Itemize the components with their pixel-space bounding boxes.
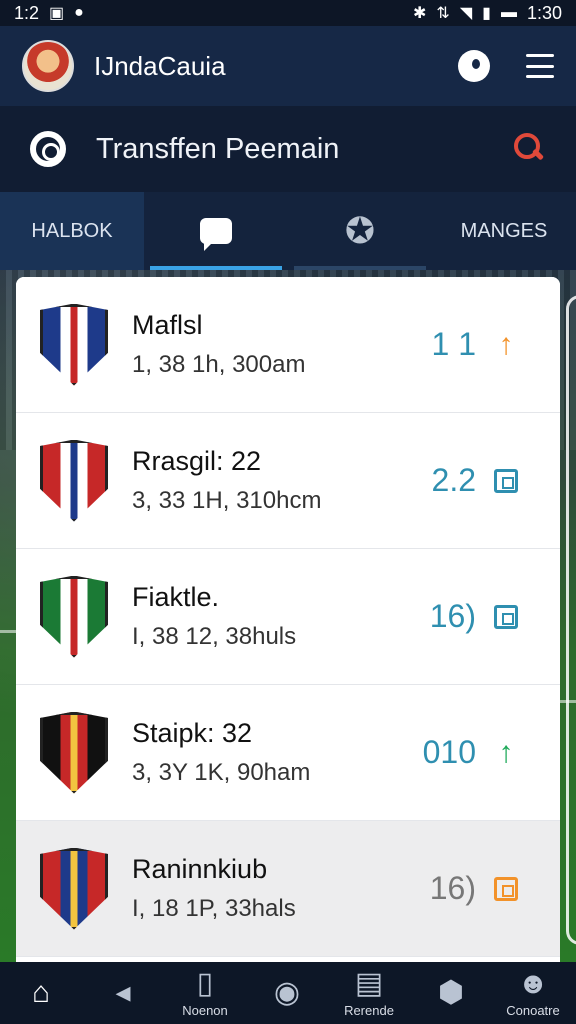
nav-cards[interactable]: ▯ Noenon xyxy=(164,962,246,1024)
transfer-score: 16) xyxy=(429,598,476,634)
tab-favorites[interactable]: ✪ xyxy=(288,192,432,270)
home-icon: ⌂ xyxy=(31,976,51,1009)
club-name: Rrasgil: 22 xyxy=(132,446,262,476)
sub-header: Transffen Peemain xyxy=(0,106,576,192)
arrow-up-icon[interactable]: ↑ xyxy=(476,329,536,360)
arrow-up-icon[interactable]: ↑ xyxy=(476,737,536,768)
list-item[interactable]: Staipk: 32 3, 3Y 1K, 90ham 010 ↑ xyxy=(16,685,560,821)
page-title: Transffen Peemain xyxy=(96,132,340,165)
tab-chat[interactable] xyxy=(144,192,288,270)
transfer-details: I, 38 12, 38huls xyxy=(132,623,297,650)
target-icon[interactable] xyxy=(30,131,66,167)
wifi-icon: ◥ xyxy=(459,5,473,22)
club-crest-icon xyxy=(40,303,108,386)
shield-icon: ⬢ xyxy=(437,976,465,1009)
dot-icon: ● xyxy=(74,4,84,21)
avatar[interactable] xyxy=(22,40,74,92)
tab-manges[interactable]: MANGES xyxy=(432,192,576,270)
bottom-nav: ⌂ ◂ ▯ Noenon ◉ ▤ Rerende ⬢ ☻ Conoatre xyxy=(0,962,576,1024)
nav-shield[interactable]: ⬢ xyxy=(410,962,492,1024)
cards-icon: ▯ xyxy=(196,966,214,1000)
profile-icon[interactable] xyxy=(458,50,490,82)
search-icon[interactable] xyxy=(514,133,546,165)
transfer-list: Maflsl 1, 38 1h, 300am 1 1 ↑ Rrasgil: 22 3, 3… xyxy=(16,277,560,962)
bluetooth-icon: ✱ xyxy=(413,5,427,22)
next-card-edge[interactable] xyxy=(566,295,576,945)
club-name: Staipk: 32 xyxy=(132,718,253,748)
status-bar: 1:2 ▣ ● ✱ ⇅ ◥ ▮ ▬ 1:30 xyxy=(0,0,576,26)
transfer-score: 1 1 xyxy=(431,326,476,362)
app-title: IJndaCauia xyxy=(94,50,226,81)
tab-halbok[interactable]: HALBOK xyxy=(0,192,144,270)
list-item[interactable]: Rrasgil: 22 3, 33 1H, 310hcm 2.2 xyxy=(16,413,560,549)
tab-indicator xyxy=(150,266,282,270)
transfer-details: 3, 33 1H, 310hcm xyxy=(132,487,322,514)
nav-back[interactable]: ◂ xyxy=(82,962,164,1024)
battery-icon: ▬ xyxy=(500,4,517,21)
back-icon: ◂ xyxy=(115,976,131,1009)
transfer-details: 1, 38 1h, 300am xyxy=(132,351,306,378)
calendar-icon: ▤ xyxy=(354,966,384,1000)
nav-label: Noenon xyxy=(182,1002,228,1018)
tab-label: HALBOK xyxy=(31,219,113,242)
transfer-details: I, 18 1P, 33hals xyxy=(132,895,296,922)
box-icon[interactable] xyxy=(476,604,536,629)
nav-label: Rerende xyxy=(344,1002,394,1018)
sim-icon: ▣ xyxy=(49,5,65,22)
list-item[interactable]: Maflsl 1, 38 1h, 300am 1 1 ↑ xyxy=(16,277,560,413)
tab-indicator-dim xyxy=(294,266,426,270)
list-item[interactable]: Raninnkiub I, 18 1P, 33hals 16) xyxy=(16,821,560,957)
tab-label: MANGES xyxy=(460,219,548,242)
club-crest-icon xyxy=(40,439,108,522)
star-icon: ✪ xyxy=(344,210,376,251)
club-crest-icon xyxy=(40,711,108,794)
transfer-score: 2.2 xyxy=(431,462,476,498)
club-name: Fiaktle. xyxy=(132,582,220,612)
club-crest-icon xyxy=(40,847,108,930)
data-icon: ⇅ xyxy=(436,5,450,22)
list-item[interactable]: Fiaktle. I, 38 12, 38huls 16) xyxy=(16,549,560,685)
transfer-score: 010 xyxy=(422,734,476,770)
person-icon: ☻ xyxy=(517,966,549,1000)
club-name: Raninnkiub xyxy=(132,854,268,884)
tab-bar: HALBOK ✪ MANGES xyxy=(0,192,576,270)
signal-icon: ▮ xyxy=(482,5,491,22)
status-time-right: 1:30 xyxy=(526,2,562,23)
nav-calendar[interactable]: ▤ Rerende xyxy=(328,962,410,1024)
transfer-score: 16) xyxy=(429,870,476,906)
nav-profile[interactable]: ☻ Conoatre xyxy=(492,962,574,1024)
club-crest-icon xyxy=(40,575,108,658)
box-icon[interactable] xyxy=(476,876,536,901)
box-icon[interactable] xyxy=(476,468,536,493)
transfer-details: 3, 3Y 1K, 90ham xyxy=(132,759,311,786)
chat-icon xyxy=(200,218,232,251)
app-bar: IJndaCauia xyxy=(0,26,576,106)
record-icon: ◉ xyxy=(273,976,301,1009)
club-name: Maflsl xyxy=(132,310,203,340)
status-time-left: 1:2 xyxy=(14,2,40,23)
nav-label: Conoatre xyxy=(506,1002,560,1018)
nav-record[interactable]: ◉ xyxy=(246,962,328,1024)
menu-icon[interactable] xyxy=(526,54,554,78)
nav-home[interactable]: ⌂ xyxy=(0,962,82,1024)
